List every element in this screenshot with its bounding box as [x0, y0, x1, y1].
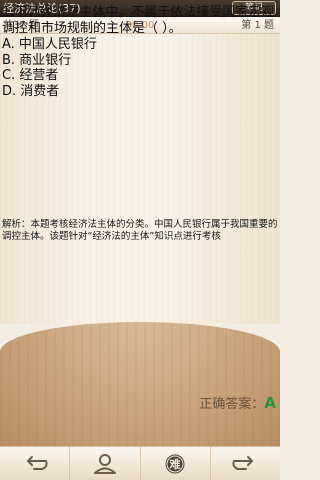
person-icon [93, 453, 116, 474]
option-c[interactable]: C. 经营者 [2, 68, 278, 84]
back-arrow-icon [26, 455, 48, 470]
previous-button[interactable] [0, 447, 71, 480]
option-a[interactable]: A. 中国人民银行 [2, 37, 278, 53]
option-b[interactable]: B. 商业银行 [2, 53, 278, 69]
question-block: 1.下列经济法主体中，不属于依法接受国家宏观调控和市场规制的主体是（ ）。 A.… [2, 5, 278, 99]
difficulty-icon: 难 [165, 454, 185, 473]
question-text: 1.下列经济法主体中，不属于依法接受国家宏观调控和市场规制的主体是（ ）。 [2, 5, 275, 36]
option-d[interactable]: D. 消费者 [2, 84, 278, 100]
answer-label: 正确答案： [199, 397, 265, 412]
bottom-toolbar: 难 [0, 446, 280, 480]
user-button[interactable] [70, 447, 141, 480]
answer-value: A [264, 394, 276, 412]
correct-answer: 正确答案：A [199, 393, 276, 412]
wooden-tray [0, 322, 280, 446]
forward-arrow-icon [232, 455, 254, 470]
analysis-text: 解析：本题考核经济法主体的分类。中国人民银行属于我国重要的调控主体。该题针对“经… [2, 219, 278, 242]
difficulty-label: 难 [169, 457, 181, 471]
next-button[interactable] [211, 447, 280, 480]
difficulty-button[interactable]: 难 [141, 447, 211, 480]
